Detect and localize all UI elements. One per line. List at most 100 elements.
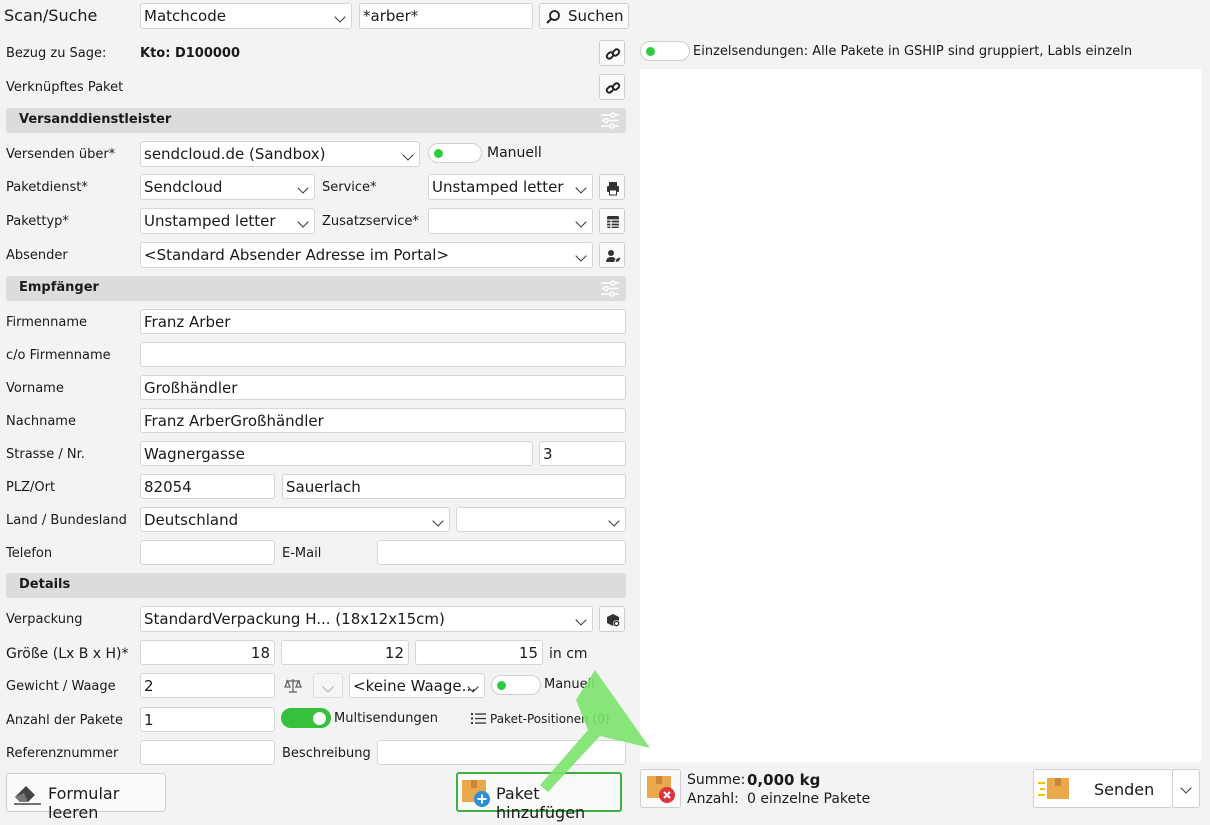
co-firmenname-input[interactable] <box>140 342 626 367</box>
anzahl-input[interactable]: 1 <box>140 707 275 732</box>
strasse-input[interactable]: Wagnergasse <box>140 441 533 466</box>
printer-icon <box>607 182 619 196</box>
beschreibung-label: Beschreibung <box>282 746 371 761</box>
land-select[interactable]: Deutschland <box>140 507 450 532</box>
paketdienst-select[interactable]: Sendcloud <box>140 174 315 200</box>
service-select[interactable]: Unstamped letter <box>428 174 593 200</box>
search-input[interactable]: *arber* <box>359 3 533 29</box>
verpackung-select[interactable]: StandardVerpackung H... (18x12x15cm) <box>140 606 593 632</box>
hoehe-input[interactable]: 15 <box>415 640 543 665</box>
unit-label: in cm <box>549 646 588 662</box>
summe-label: Summe: <box>687 772 746 788</box>
chevron-down-icon <box>297 182 309 194</box>
eraser-icon <box>14 786 41 805</box>
sliders-icon[interactable] <box>600 112 620 129</box>
email-label: E-Mail <box>282 546 322 561</box>
zusatzservice-select[interactable] <box>428 208 593 234</box>
scan-label: Scan/Suche <box>4 6 98 25</box>
clear-form-button[interactable]: Formular leeren <box>6 773 166 822</box>
referenz-label: Referenznummer <box>6 746 119 761</box>
search-button[interactable]: Suchen <box>539 3 629 29</box>
manual-weight-toggle[interactable] <box>491 675 541 695</box>
verpackung-settings-button[interactable] <box>599 606 625 632</box>
zusatzservice-label: Zusatzservice* <box>322 214 419 229</box>
absender-select[interactable]: <Standard Absender Adresse im Portal> <box>140 242 593 268</box>
fast-shipping-icon <box>1038 778 1069 799</box>
co-firmenname-label: c/o Firmenname <box>6 348 111 363</box>
package-add-icon <box>462 780 490 807</box>
anzahl-label: Anzahl der Pakete <box>6 713 124 728</box>
telefon-label: Telefon <box>6 546 53 561</box>
chevron-down-icon <box>575 250 587 262</box>
firmenname-input[interactable]: Franz Arber <box>140 309 626 334</box>
telefon-input[interactable] <box>140 540 275 565</box>
link-package-button[interactable] <box>599 74 625 100</box>
summe-value: 0,000 kg <box>747 771 821 789</box>
carrier-select[interactable]: sendcloud.de (Sandbox) <box>140 141 420 167</box>
hausnummer-input[interactable]: 3 <box>539 441 626 466</box>
manual-carrier-toggle[interactable] <box>428 143 482 163</box>
verpackung-label: Verpackung <box>6 612 83 627</box>
chevron-down-icon <box>608 515 620 527</box>
absender-label: Absender <box>6 248 68 263</box>
gewicht-label: Gewicht / Waage <box>6 679 116 694</box>
delete-packages-button[interactable] <box>640 769 681 808</box>
nachname-label: Nachname <box>6 414 76 429</box>
search-icon <box>546 10 560 24</box>
link-icon <box>605 48 621 60</box>
list-icon <box>471 713 486 724</box>
einzelsendungen-toggle[interactable] <box>640 41 690 61</box>
user-edit-icon <box>606 250 621 262</box>
strasse-label: Strasse / Nr. <box>6 447 85 462</box>
chevron-down-icon <box>322 681 334 693</box>
chevron-down-icon <box>575 182 587 194</box>
zusatzservice-list-button[interactable] <box>599 208 625 234</box>
sliders-icon[interactable] <box>600 280 620 297</box>
chevron-down-icon <box>402 149 414 161</box>
link-sage-button[interactable] <box>599 40 625 66</box>
manual-carrier-label: Manuell <box>487 145 542 161</box>
send-button[interactable]: Senden <box>1033 769 1173 808</box>
box-settings-icon <box>607 614 620 627</box>
nachname-input[interactable]: Franz ArberGroßhändler <box>140 408 626 433</box>
link-icon <box>605 82 621 94</box>
chevron-down-icon <box>575 614 587 626</box>
groesse-label: Größe (Lx B x H)* <box>6 646 129 662</box>
bundesland-select[interactable] <box>456 507 626 532</box>
plz-ort-label: PLZ/Ort <box>6 480 56 495</box>
search-mode-select[interactable]: Matchcode <box>140 3 352 29</box>
scale-icon[interactable] <box>284 677 302 694</box>
plz-input[interactable]: 82054 <box>140 474 275 499</box>
pakettyp-label: Pakettyp* <box>6 214 69 229</box>
pakettyp-select[interactable]: Unstamped letter <box>140 208 315 234</box>
section-header-empfaenger: Empfänger <box>6 276 626 301</box>
referenz-input[interactable] <box>140 740 275 765</box>
waage-select[interactable]: <keine Waage... <box>349 673 485 698</box>
einzelsendungen-label: Einzelsendungen: Alle Pakete in GSHIP si… <box>693 44 1133 59</box>
laenge-input[interactable]: 18 <box>140 640 275 665</box>
scale-select[interactable] <box>313 673 343 698</box>
service-info-button[interactable] <box>599 174 625 200</box>
vorname-input[interactable]: Großhändler <box>140 375 626 400</box>
chevron-down-icon <box>1180 782 1192 794</box>
multisendungen-label: Multisendungen <box>334 711 439 726</box>
chevron-down-icon <box>297 216 309 228</box>
chevron-down-icon <box>334 11 346 23</box>
multisendungen-toggle[interactable] <box>281 708 331 728</box>
send-options-dropdown[interactable] <box>1172 769 1200 808</box>
land-label: Land / Bundesland <box>6 513 127 528</box>
email-input[interactable] <box>377 540 626 565</box>
vorname-label: Vorname <box>6 381 64 396</box>
gewicht-input[interactable]: 2 <box>140 673 275 698</box>
bezug-value: Kto: D100000 <box>140 46 241 61</box>
versenden-label: Versenden über* <box>6 147 116 162</box>
chevron-down-icon <box>575 216 587 228</box>
pointer-arrow-icon <box>540 670 650 792</box>
absender-edit-button[interactable] <box>599 242 625 268</box>
service-label: Service* <box>322 180 377 195</box>
section-header-details: Details <box>6 573 626 598</box>
paketdienst-label: Paketdienst* <box>6 180 88 195</box>
anzahl-footer-value: 0 einzelne Pakete <box>747 791 871 807</box>
breite-input[interactable]: 12 <box>281 640 409 665</box>
ort-input[interactable]: Sauerlach <box>282 474 626 499</box>
